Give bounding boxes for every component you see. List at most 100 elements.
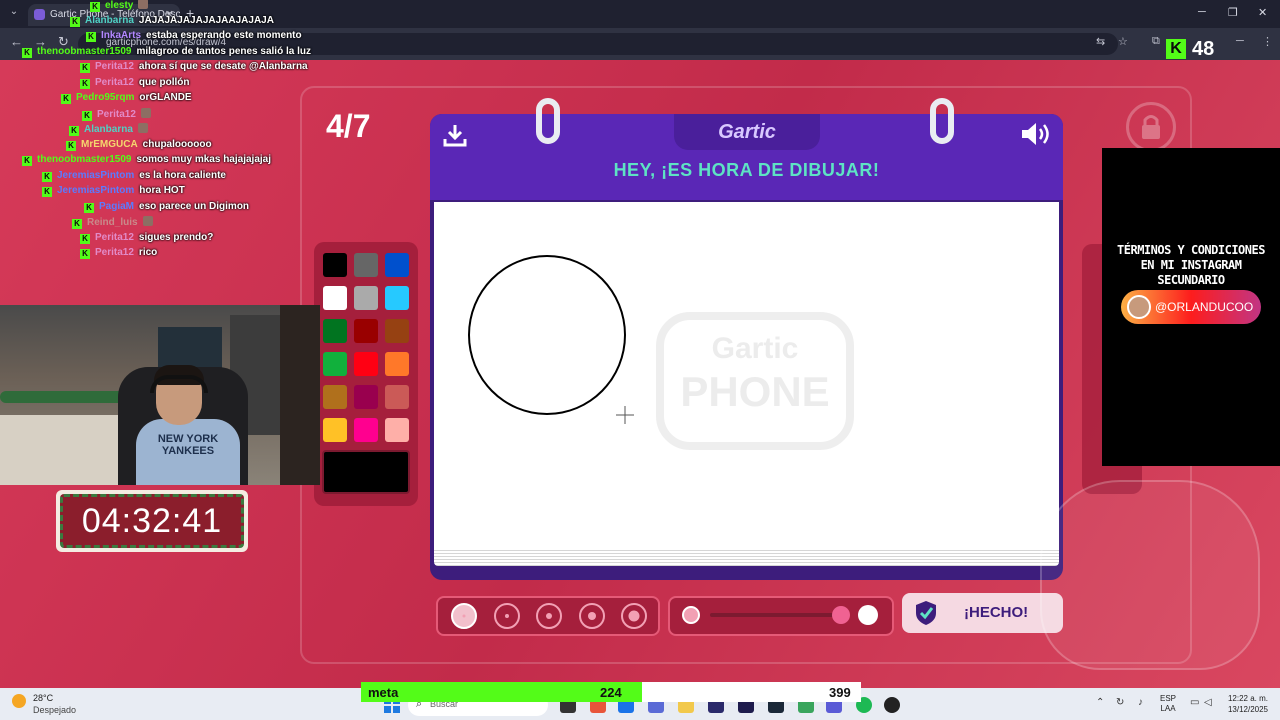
- done-button[interactable]: ¡HECHO!: [902, 593, 1063, 633]
- chat-message: K Pedro95rqm orGLANDE: [61, 92, 192, 104]
- chat-username: elesty: [105, 0, 134, 11]
- gartic-phone-watermark: Gartic PHONE: [656, 312, 854, 450]
- opacity-slider-handle[interactable]: [832, 606, 850, 624]
- microphone-icon[interactable]: ♪: [1138, 697, 1143, 708]
- system-clock[interactable]: 12:22 a. m. 13/12/2025: [1222, 693, 1268, 715]
- chat-text: somos muy mkas hajajajajaj: [136, 154, 271, 165]
- kick-badge-icon: K: [69, 126, 79, 136]
- language-indicator[interactable]: ESP LAA: [1160, 694, 1176, 714]
- brush-size-4[interactable]: [579, 603, 605, 629]
- color-swatch[interactable]: [354, 418, 378, 442]
- chat-text: que pollón: [138, 76, 190, 88]
- volume-icon[interactable]: [1020, 120, 1052, 148]
- color-swatch[interactable]: [354, 253, 378, 277]
- color-swatch[interactable]: [323, 352, 347, 376]
- kick-logo-icon: K: [1166, 39, 1186, 59]
- color-swatch[interactable]: [323, 286, 347, 310]
- done-label: ¡HECHO!: [964, 604, 1029, 621]
- translate-icon[interactable]: ⇆: [1096, 35, 1105, 48]
- kick-badge-icon: K: [22, 47, 32, 58]
- current-color-preview: [322, 450, 410, 494]
- app-icon-5[interactable]: [884, 697, 900, 713]
- kick-badge-icon: K: [80, 233, 90, 244]
- chat-username: Perita12: [95, 247, 134, 258]
- watermark-bottom-text: PHONE: [680, 368, 829, 415]
- kick-badge-icon: K: [66, 140, 76, 151]
- color-swatch[interactable]: [323, 253, 347, 277]
- crosshair-cursor-icon: [616, 406, 634, 424]
- goal-label: meta: [368, 685, 399, 700]
- chat-username: Pedro95rqm: [76, 92, 135, 103]
- color-swatch[interactable]: [354, 286, 378, 310]
- chat-username: InkaArts: [101, 30, 142, 41]
- color-swatch[interactable]: [354, 385, 378, 409]
- color-swatch[interactable]: [385, 253, 409, 277]
- chat-username: Perita12: [97, 108, 136, 120]
- kick-badge-icon: K: [90, 2, 100, 12]
- chat-message: K Perita12 sigues prendo?: [80, 232, 213, 244]
- kick-badge-icon: K: [70, 16, 80, 27]
- color-swatch[interactable]: [385, 319, 409, 343]
- color-swatch[interactable]: [354, 352, 378, 376]
- extensions-icon[interactable]: ⧉: [1152, 35, 1160, 48]
- download-icon[interactable]: [442, 122, 468, 148]
- chat-username: Perita12: [95, 76, 134, 88]
- kick-badge-icon: K: [82, 110, 92, 121]
- goal-current: 224: [600, 685, 622, 700]
- chat-message: K Perita12 rico: [80, 247, 157, 259]
- brush-size-5[interactable]: [621, 603, 647, 629]
- drawn-circle: [468, 255, 626, 415]
- color-swatch[interactable]: [323, 385, 347, 409]
- chat-username: Perita12: [95, 231, 134, 243]
- browser-menu-icon[interactable]: ─: [1236, 35, 1244, 47]
- color-swatch[interactable]: [323, 418, 347, 442]
- gartic-logo: Gartic: [674, 114, 820, 150]
- instagram-handle: @ORLANDUCOO: [1155, 300, 1254, 314]
- webcam-feed: NEW YORK YANKEES: [0, 305, 320, 485]
- color-swatch[interactable]: [385, 286, 409, 310]
- shirt-text: NEW YORK YANKEES: [136, 419, 240, 485]
- lock-icon[interactable]: [1126, 102, 1176, 152]
- show-hidden-icons-icon[interactable]: ⌃: [1096, 697, 1104, 708]
- chat-message: K Perita12: [82, 107, 151, 121]
- sync-icon[interactable]: ↻: [1116, 697, 1124, 708]
- minimize-window-icon[interactable]: ─: [1198, 6, 1206, 18]
- color-swatch[interactable]: [354, 319, 378, 343]
- opacity-slider-track[interactable]: [710, 613, 834, 617]
- brush-size-1[interactable]: [451, 603, 477, 629]
- goal-target: 399: [829, 685, 851, 700]
- emote-icon: [140, 107, 151, 118]
- draw-prompt-heading: HEY, ¡ES HORA DE DIBUJAR!: [613, 160, 880, 180]
- volume-tray-icon[interactable]: ◁: [1204, 697, 1212, 708]
- weather-description: Despejado: [33, 705, 77, 715]
- watermark-top-text: Gartic: [712, 332, 799, 365]
- kick-badge-icon: K: [84, 202, 94, 213]
- language-code: ESP: [1160, 694, 1177, 703]
- color-swatch[interactable]: [385, 385, 409, 409]
- kick-badge-icon: K: [80, 63, 90, 73]
- color-swatch[interactable]: [323, 319, 347, 343]
- close-window-icon[interactable]: ✕: [1258, 6, 1267, 19]
- color-swatch[interactable]: [385, 418, 409, 442]
- more-options-icon[interactable]: ⋮: [1262, 35, 1273, 48]
- weather-sun-icon[interactable]: [12, 694, 26, 708]
- kick-badge-icon: K: [61, 94, 71, 104]
- kick-badge-icon: K: [80, 249, 90, 259]
- opacity-max-icon: [858, 605, 878, 625]
- maximize-window-icon[interactable]: ❐: [1228, 6, 1238, 19]
- check-icon: [916, 601, 936, 625]
- kick-badge-icon: K: [42, 187, 52, 197]
- brush-size-3[interactable]: [536, 603, 562, 629]
- chat-text: sigues prendo?: [138, 231, 214, 243]
- brush-size-2[interactable]: [494, 603, 520, 629]
- keyboard-layout: LAA: [1160, 704, 1176, 713]
- color-swatch[interactable]: [385, 352, 409, 376]
- promo-text: TÉRMINOS Y CONDICIONES EN MI INSTAGRAM S…: [1117, 243, 1265, 287]
- bookmark-star-icon[interactable]: ☆: [1118, 35, 1128, 48]
- binder-ring-right: [930, 98, 954, 144]
- chat-text: orGLANDE: [139, 92, 192, 103]
- network-icon[interactable]: ▭: [1190, 697, 1199, 708]
- chat-message: K Alanbarna: [69, 123, 148, 136]
- tab-search-icon[interactable]: ⌄: [6, 6, 22, 22]
- chat-text: es la hora caliente: [139, 169, 226, 181]
